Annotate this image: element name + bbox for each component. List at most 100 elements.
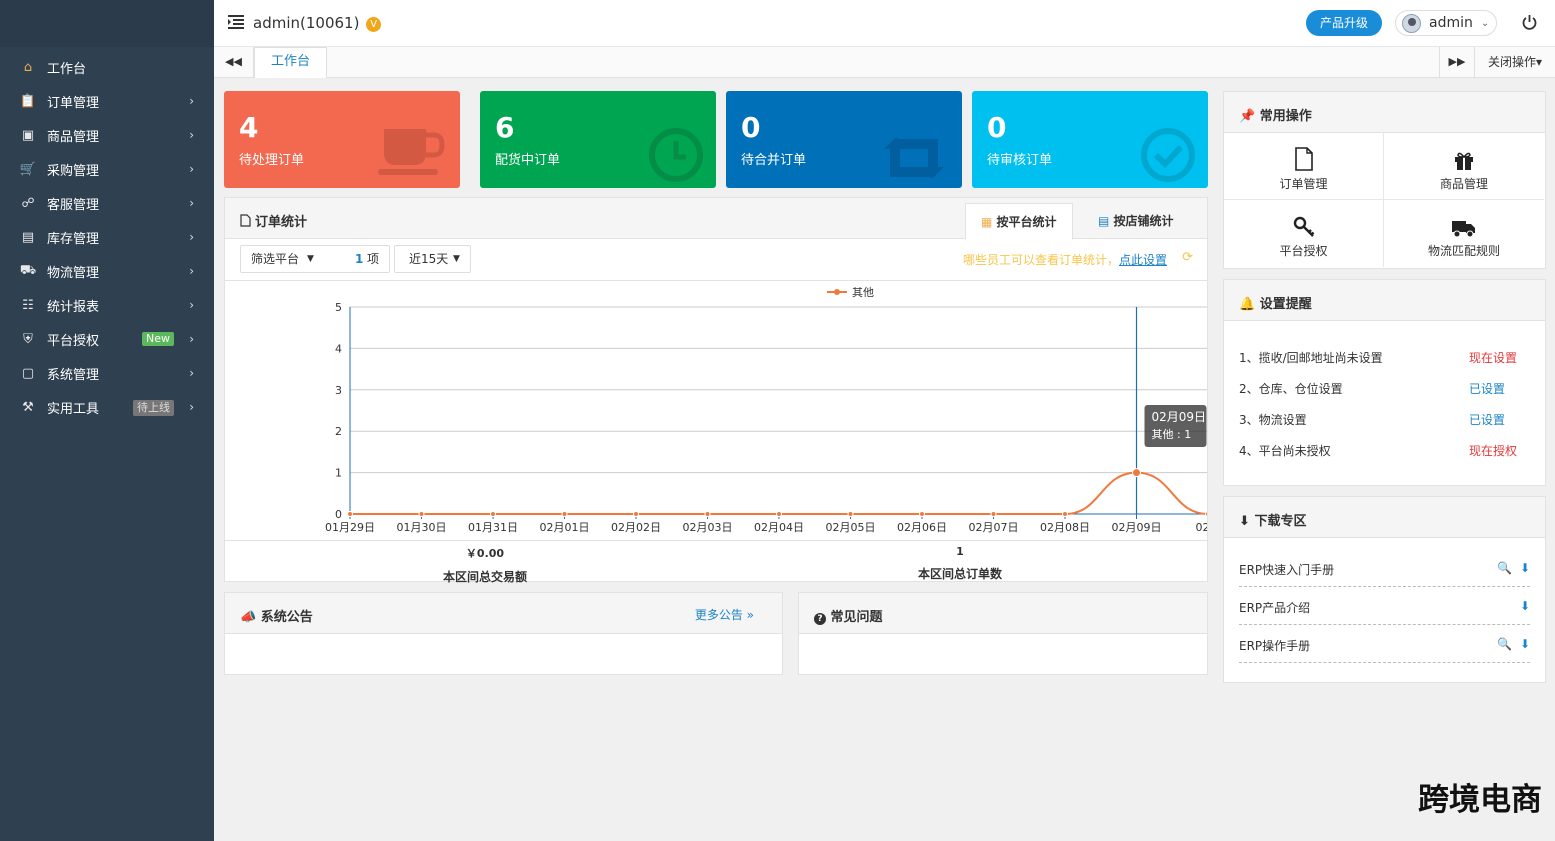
sidebar-item-label: 统计报表 xyxy=(47,299,100,315)
total-amount-value: ￥0.00 xyxy=(465,547,505,560)
reminder-item: 2、仓库、仓位设置 xyxy=(1239,382,1343,396)
table-icon: ▤ xyxy=(1098,214,1110,228)
sidebar-item-6[interactable]: ⛟ 物流管理 › xyxy=(0,254,214,288)
notice-settings-link[interactable]: 点此设置 xyxy=(1119,253,1167,267)
x-tick-label: 02月09日 xyxy=(1112,521,1162,534)
chevron-right-icon: › xyxy=(189,94,194,108)
caret-down-icon: ▼ xyxy=(453,254,460,264)
total-orders-value: 1 xyxy=(956,545,964,558)
caret-down-icon: ▼ xyxy=(307,254,314,264)
x-tick-label: 02月 xyxy=(1196,521,1208,534)
sidebar-logo-area xyxy=(0,0,214,47)
x-tick-label: 02月03日 xyxy=(683,521,733,534)
platform-filter-dropdown[interactable]: 筛选平台 ▼ 1 项 xyxy=(240,245,390,273)
wrench-icon: ⚒ xyxy=(22,399,34,415)
tab-workbench[interactable]: 工作台 xyxy=(254,47,327,78)
downloads-title: ⬇ 下载专区 xyxy=(1239,510,1306,529)
zoom-in-icon[interactable]: 🔍 xyxy=(1497,561,1512,575)
quick-ops-title-text: 常用操作 xyxy=(1259,109,1312,124)
truck-icon xyxy=(1452,221,1475,238)
announcements-panel: 📣 系统公告 更多公告 » xyxy=(224,592,783,675)
sidebar-item-4[interactable]: ☍ 客服管理 › xyxy=(0,186,214,220)
user-name: admin xyxy=(1429,15,1473,31)
sidebar-item-10[interactable]: ⚒ 实用工具 待上线 › xyxy=(0,390,214,424)
quick-op-logistics-rules[interactable]: 物流匹配规则 xyxy=(1384,200,1544,267)
data-point xyxy=(418,511,425,517)
sidebar-item-3[interactable]: 🛒 采购管理 › xyxy=(0,152,214,186)
legend-marker xyxy=(834,289,840,295)
tooltip-date: 02月09日 xyxy=(1152,410,1207,424)
order-stats-title: 订单统计 xyxy=(240,211,307,230)
more-announcements-link[interactable]: 更多公告 » xyxy=(695,606,754,623)
quick-ops-title: 📌 常用操作 xyxy=(1239,105,1312,124)
sidebar-item-9[interactable]: ▢ 系统管理 › xyxy=(0,356,214,390)
x-tick-label: 02月05日 xyxy=(826,521,876,534)
stat-card-picking[interactable]: 6 配货中订单 xyxy=(480,91,716,188)
download-icon[interactable]: ⬇ xyxy=(1520,637,1530,651)
tab-by-platform[interactable]: ▦ 按平台统计 xyxy=(965,203,1073,240)
sidebar-item-2[interactable]: ▣ 商品管理 › xyxy=(0,118,214,152)
sidebar-item-5[interactable]: ▤ 库存管理 › xyxy=(0,220,214,254)
tab-scroll-left-icon[interactable]: ◀◀ xyxy=(214,47,254,77)
faq-title: ? 常见问题 xyxy=(814,606,883,625)
zoom-in-icon[interactable]: 🔍 xyxy=(1497,637,1512,651)
announcements-title: 📣 系统公告 xyxy=(240,606,313,625)
sidebar-item-1[interactable]: 📋 订单管理 › xyxy=(0,84,214,118)
sidebar-item-8[interactable]: ⛨ 平台授权 New › xyxy=(0,322,214,356)
reminder-item: 3、物流设置 xyxy=(1239,413,1307,427)
refresh-icon[interactable]: ⟳ xyxy=(1182,250,1193,265)
pin-icon: 📌 xyxy=(1239,109,1256,124)
reminder-action-link[interactable]: 现在授权 xyxy=(1469,442,1517,459)
y-tick-label: 4 xyxy=(335,342,342,355)
close-operations-dropdown[interactable]: 关闭操作▾ xyxy=(1474,47,1555,77)
tab-by-platform-label: 按平台统计 xyxy=(996,215,1057,229)
sidebar-item-label: 平台授权 xyxy=(47,333,100,349)
quick-op-authorize[interactable]: 平台授权 xyxy=(1224,200,1384,267)
user-menu[interactable]: admin ⌄ xyxy=(1395,10,1497,36)
quick-op-orders[interactable]: 订单管理 xyxy=(1224,133,1384,200)
download-icon[interactable]: ⬇ xyxy=(1520,561,1530,575)
download-icon[interactable]: ⬇ xyxy=(1520,599,1530,613)
upgrade-button[interactable]: 产品升级 xyxy=(1306,10,1382,36)
sidebar-item-7[interactable]: ☷ 统计报表 › xyxy=(0,288,214,322)
order-stats-header: 订单统计 ▦ 按平台统计 ▤ 按店铺统计 xyxy=(225,198,1207,240)
series-line xyxy=(350,471,1209,515)
cube-icon: ▣ xyxy=(21,127,35,143)
account-name: admin(10061) V xyxy=(253,14,382,32)
menu-toggle-icon[interactable] xyxy=(228,15,244,29)
stat-card-merge[interactable]: 0 待合并订单 xyxy=(726,91,962,188)
sidebar-item-0[interactable]: ⌂ 工作台 xyxy=(0,50,214,84)
stat-card-review[interactable]: 0 待审核订单 xyxy=(972,91,1208,188)
date-range-label: 近15天 xyxy=(409,252,449,266)
y-tick-label: 1 xyxy=(335,467,342,480)
reminder-item: 1、揽收/回邮地址尚未设置 xyxy=(1239,351,1383,365)
tab-by-store[interactable]: ▤ 按店铺统计 xyxy=(1083,203,1189,240)
shield-icon: ⛨ xyxy=(23,331,33,347)
downloads-title-text: 下载专区 xyxy=(1254,514,1307,529)
tab-bar: ◀◀ 工作台 ▶▶ 关闭操作▾ xyxy=(214,47,1555,78)
coffee-icon xyxy=(378,129,445,175)
chevron-right-icon: › xyxy=(189,162,194,176)
power-icon[interactable] xyxy=(1521,14,1538,31)
reminder-action-link[interactable]: 已设置 xyxy=(1469,411,1505,428)
sidebar-badge: New xyxy=(142,332,174,346)
reminder-action-link[interactable]: 现在设置 xyxy=(1469,349,1517,366)
stat-label: 待处理订单 xyxy=(239,153,305,168)
quick-op-products[interactable]: 商品管理 xyxy=(1384,133,1544,200)
data-point xyxy=(919,511,925,517)
x-tick-label: 02月08日 xyxy=(1040,521,1090,534)
tab-by-store-label: 按店铺统计 xyxy=(1113,214,1174,228)
quick-op-label: 平台授权 xyxy=(1279,244,1328,258)
sidebar-item-label: 物流管理 xyxy=(47,265,100,281)
x-tick-label: 02月07日 xyxy=(969,521,1019,534)
megaphone-icon: 📣 xyxy=(240,610,257,625)
top-header: admin(10061) V 产品升级 admin ⌄ xyxy=(214,0,1555,47)
total-orders-label: 本区间总订单数 xyxy=(917,567,1002,581)
tooltip-value: 其他 : 1 xyxy=(1152,428,1192,441)
reminder-action-link[interactable]: 已设置 xyxy=(1469,380,1505,397)
order-chart: 0 1 2 3 4 5 01月29日 01月30日 01月31日 02月01日 02月02日 02月0… xyxy=(225,280,1221,540)
stat-card-pending[interactable]: 4 待处理订单 xyxy=(224,91,460,188)
tab-scroll-right-icon[interactable]: ▶▶ xyxy=(1439,47,1474,77)
date-range-dropdown[interactable]: 近15天 ▼ xyxy=(394,245,471,273)
x-tick-label: 01月31日 xyxy=(468,521,518,534)
